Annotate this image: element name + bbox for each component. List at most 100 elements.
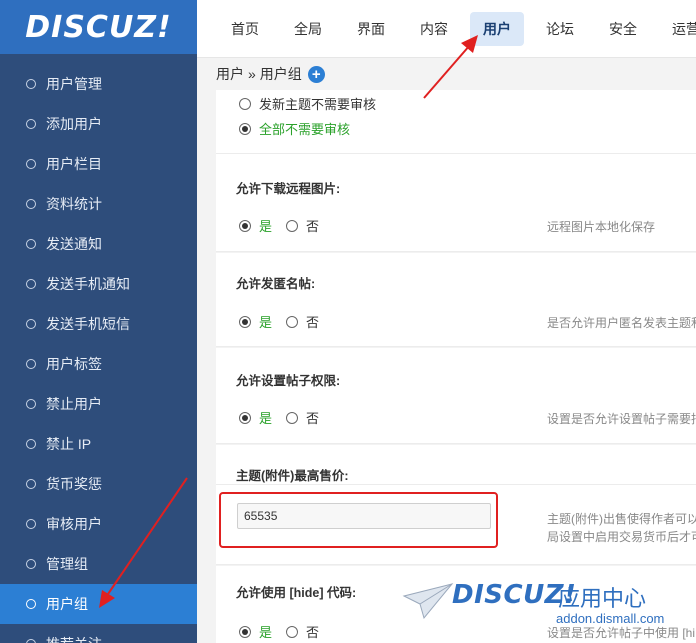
breadcrumb-user-groups: 用户组 <box>259 66 302 82</box>
setting-hint: 主题(附件)出售使得作者可以 <box>547 512 696 526</box>
sidebar-item-add-user[interactable]: 添加用户 <box>0 104 197 144</box>
radio-no[interactable] <box>286 411 299 424</box>
sidebar-item-label: 用户组 <box>46 596 88 612</box>
option-label: 全部不需要审核 <box>259 122 351 137</box>
highlight-box <box>219 492 498 548</box>
breadcrumb-separator: » <box>248 66 256 82</box>
yes-label: 是 <box>259 219 273 234</box>
sidebar-item-ban-ip[interactable]: 禁止 IP <box>0 424 197 464</box>
nav-tab-home[interactable]: 首页 <box>218 12 272 46</box>
sidebar-item-send-sms[interactable]: 发送手机短信 <box>0 304 197 344</box>
nav-tab-security[interactable]: 安全 <box>596 12 650 46</box>
sidebar-item-label: 禁止 IP <box>46 436 92 452</box>
sidebar-item-user-columns[interactable]: 用户栏目 <box>0 144 197 184</box>
setting-post-permission: 允许设置帖子权限: 是 否 设置是否允许设置帖子需要指 <box>216 348 696 444</box>
circle-icon <box>26 439 36 449</box>
setting-title: 主题(附件)最高售价: <box>236 469 349 483</box>
circle-icon <box>26 479 36 489</box>
sidebar-item-profile-stats[interactable]: 资料统计 <box>0 184 197 224</box>
sidebar-menu: 用户管理 添加用户 用户栏目 资料统计 发送通知 发送手机通知 发送手机短信 用… <box>0 54 197 643</box>
yes-no-group: 是 否 <box>239 312 333 331</box>
setting-moderation: 发新主题不需要审核 全部不需要审核 <box>216 90 696 154</box>
no-label: 否 <box>306 625 320 640</box>
radio-yes[interactable] <box>239 411 251 424</box>
sidebar-item-send-notice[interactable]: 发送通知 <box>0 224 197 264</box>
sidebar-item-admin-groups[interactable]: 管理组 <box>0 544 197 584</box>
nav-tab-interface[interactable]: 界面 <box>344 12 398 46</box>
setting-hint: 远程图片本地化保存 <box>547 220 656 234</box>
circle-icon <box>26 639 36 643</box>
watermark-url: addon.dismall.com <box>556 611 665 626</box>
setting-title: 允许发匿名帖: <box>236 277 316 291</box>
add-icon[interactable]: + <box>307 65 325 83</box>
yes-no-group: 是 否 <box>239 622 333 641</box>
sidebar-item-label: 资料统计 <box>46 196 102 212</box>
radio-no[interactable] <box>286 219 299 232</box>
radio-yes[interactable] <box>239 625 251 638</box>
setting-max-price: 65535 主题(附件)出售使得作者可以 局设置中启用交易货币后才可 <box>216 485 696 565</box>
sidebar-item-label: 发送通知 <box>46 236 102 252</box>
no-label: 否 <box>306 315 320 330</box>
sidebar-item-label: 发送手机通知 <box>46 276 130 292</box>
circle-icon <box>26 199 36 209</box>
sidebar-item-user-groups[interactable]: 用户组 <box>0 584 197 624</box>
circle-icon <box>26 399 36 409</box>
sidebar-item-label: 审核用户 <box>46 516 102 532</box>
yes-label: 是 <box>259 625 273 640</box>
nav-tab-global[interactable]: 全局 <box>281 12 335 46</box>
watermark: DISCUZ! 应用中心 addon.dismall.com <box>400 578 696 643</box>
sidebar: DISCUZ! 用户管理 添加用户 用户栏目 资料统计 发送通知 发送手机通知 … <box>0 0 197 643</box>
breadcrumb: 用户 » 用户组 + <box>197 58 696 90</box>
yes-label: 是 <box>259 411 273 426</box>
setting-title: 允许设置帖子权限: <box>236 374 341 388</box>
radio-no[interactable] <box>286 625 299 638</box>
sidebar-item-recommended-follow[interactable]: 推荐关注 <box>0 624 197 643</box>
sidebar-item-user-management[interactable]: 用户管理 <box>0 64 197 104</box>
nav-tab-operations[interactable]: 运营 <box>659 12 696 46</box>
breadcrumb-users[interactable]: 用户 <box>216 64 244 84</box>
setting-anonymous-post: 允许发匿名帖: 是 否 是否允许用户匿名发表主题和 <box>216 253 696 347</box>
sidebar-item-label: 禁止用户 <box>46 396 102 412</box>
nav-tab-forum[interactable]: 论坛 <box>533 12 587 46</box>
radio-new-thread-no-review[interactable]: 发新主题不需要审核 <box>239 94 390 113</box>
nav-tab-content[interactable]: 内容 <box>407 12 461 46</box>
setting-remote-images: 允许下载远程图片: 是 否 远程图片本地化保存 <box>216 154 696 252</box>
circle-icon <box>26 319 36 329</box>
sidebar-item-user-tags[interactable]: 用户标签 <box>0 344 197 384</box>
sidebar-item-credit-rewards[interactable]: 货币奖惩 <box>0 464 197 504</box>
radio-yes[interactable] <box>239 219 251 232</box>
circle-icon <box>26 239 36 249</box>
sidebar-item-moderate-users[interactable]: 审核用户 <box>0 504 197 544</box>
circle-icon <box>26 599 36 609</box>
yes-no-group: 是 否 <box>239 216 333 235</box>
top-nav: 首页 全局 界面 内容 用户 论坛 安全 运营 <box>197 0 696 58</box>
no-label: 否 <box>306 411 320 426</box>
circle-icon <box>26 519 36 529</box>
sidebar-item-send-mobile-notice[interactable]: 发送手机通知 <box>0 264 197 304</box>
circle-icon <box>26 279 36 289</box>
sidebar-item-label: 推荐关注 <box>46 634 102 643</box>
setting-hint: 局设置中启用交易货币后才可 <box>547 530 696 544</box>
yes-label: 是 <box>259 315 273 330</box>
no-label: 否 <box>306 219 320 234</box>
radio-icon <box>239 97 251 110</box>
circle-icon <box>26 559 36 569</box>
nav-tab-users[interactable]: 用户 <box>470 11 524 46</box>
sidebar-item-label: 发送手机短信 <box>46 316 130 332</box>
sidebar-item-label: 货币奖惩 <box>46 476 102 492</box>
sidebar-item-ban-user[interactable]: 禁止用户 <box>0 384 197 424</box>
sidebar-item-label: 添加用户 <box>46 116 102 132</box>
discuz-logo[interactable]: DISCUZ! <box>0 0 197 54</box>
sidebar-item-label: 用户标签 <box>46 356 102 372</box>
sidebar-item-label: 用户栏目 <box>46 156 102 172</box>
yes-no-group: 是 否 <box>239 408 333 427</box>
circle-icon <box>26 359 36 369</box>
setting-hint: 是否允许用户匿名发表主题和 <box>547 316 696 330</box>
circle-icon <box>26 159 36 169</box>
circle-icon <box>26 119 36 129</box>
paper-plane-icon <box>402 583 454 620</box>
radio-yes[interactable] <box>239 315 251 328</box>
setting-title: 允许下载远程图片: <box>236 182 341 196</box>
radio-all-no-review[interactable]: 全部不需要审核 <box>239 119 364 138</box>
radio-no[interactable] <box>286 315 299 328</box>
